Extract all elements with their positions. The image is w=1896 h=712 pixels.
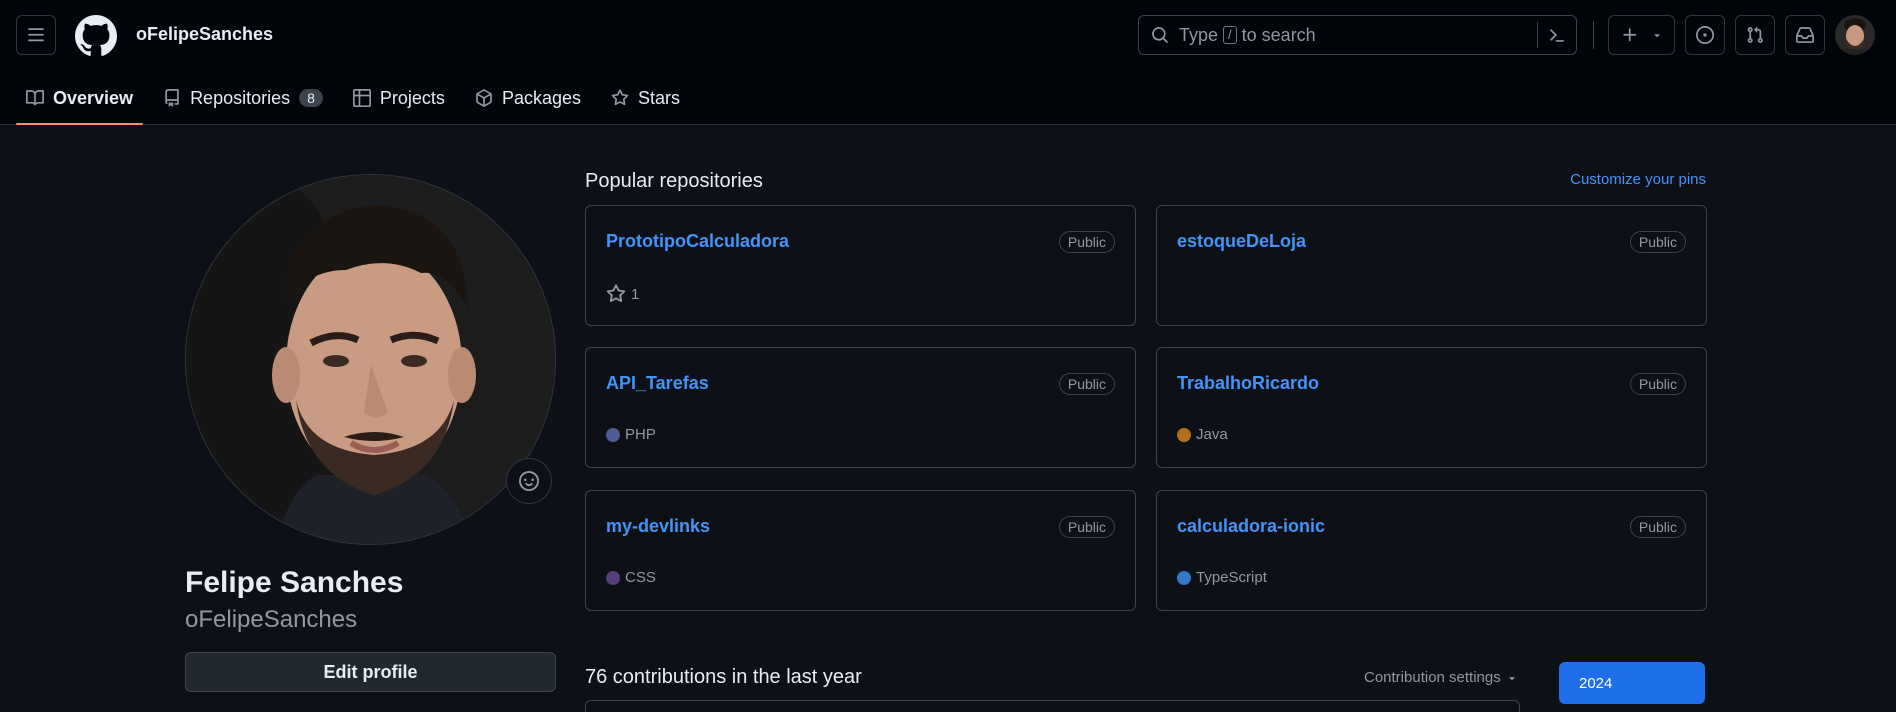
- visibility-badge: Public: [1629, 373, 1686, 395]
- language-color-dot: [606, 570, 620, 585]
- inbox-icon: [1796, 27, 1814, 43]
- tab-stars[interactable]: Stars: [601, 72, 690, 124]
- repo-card: estoqueDeLoja Public: [1156, 205, 1707, 326]
- repo-name-link[interactable]: API_Tarefas: [606, 373, 709, 394]
- repo-card: my-devlinks Public CSS: [585, 490, 1136, 611]
- tab-projects-label: Projects: [379, 87, 445, 108]
- repo-name-link[interactable]: TrabalhoRicardo: [1177, 373, 1319, 394]
- tab-packages[interactable]: Packages: [465, 72, 591, 124]
- repo-language: PHP: [606, 426, 656, 443]
- search-divider: [1537, 22, 1538, 48]
- book-icon: [26, 90, 44, 106]
- hamburger-icon: [28, 28, 44, 42]
- set-status-button[interactable]: [506, 458, 552, 504]
- profile-avatar[interactable]: [185, 174, 556, 545]
- pull-requests-button[interactable]: [1735, 15, 1775, 55]
- visibility-badge: Public: [1629, 231, 1686, 253]
- profile-tabs: Overview Repositories 8 Projects Package…: [16, 72, 700, 125]
- year-2024-button[interactable]: 2024: [1559, 662, 1705, 704]
- repo-name-link[interactable]: calculadora-ionic: [1177, 516, 1325, 537]
- inbox-button[interactable]: [1785, 15, 1825, 55]
- contribution-graph: [585, 700, 1520, 712]
- repo-name-link[interactable]: estoqueDeLoja: [1177, 231, 1306, 252]
- repo-card: API_Tarefas Public PHP: [585, 347, 1136, 468]
- tab-repositories-label: Repositories: [190, 87, 291, 108]
- user-avatar[interactable]: [1835, 15, 1875, 55]
- header-username[interactable]: oFelipeSanches: [136, 24, 273, 45]
- repo-card: calculadora-ionic Public TypeScript: [1156, 490, 1707, 611]
- visibility-badge: Public: [1058, 373, 1115, 395]
- repo-stars[interactable]: 1: [606, 284, 639, 304]
- repo-language: Java: [1177, 426, 1228, 443]
- create-new-button[interactable]: [1608, 15, 1675, 55]
- tab-stars-label: Stars: [638, 87, 681, 108]
- contributions-title: 76 contributions in the last year: [585, 666, 862, 688]
- edit-profile-button[interactable]: Edit profile: [185, 652, 556, 692]
- search-input[interactable]: Type / to search: [1138, 15, 1577, 55]
- tab-overview[interactable]: Overview: [16, 72, 144, 125]
- language-color-dot: [1177, 427, 1191, 442]
- global-header: oFelipeSanches Type / to search Overview…: [0, 0, 1896, 125]
- tab-repositories[interactable]: Repositories 8: [153, 72, 333, 124]
- search-placeholder-prefix: Type: [1179, 24, 1219, 45]
- repo-card: PrototipoCalculadora Public 1: [585, 205, 1136, 326]
- star-icon: [606, 284, 626, 303]
- table-icon: [352, 89, 371, 107]
- popular-repositories-title: Popular repositories: [585, 170, 763, 192]
- repo-language: TypeScript: [1177, 569, 1267, 586]
- triangle-down-icon: [1509, 676, 1515, 680]
- contribution-settings-label: Contribution settings: [1364, 669, 1501, 686]
- language-name: TypeScript: [1196, 569, 1267, 586]
- git-pull-request-icon: [1747, 26, 1763, 43]
- search-icon: [1152, 27, 1168, 43]
- repo-card: TrabalhoRicardo Public Java: [1156, 347, 1707, 468]
- repo-language: CSS: [606, 569, 656, 586]
- visibility-badge: Public: [1058, 231, 1115, 253]
- visibility-badge: Public: [1629, 516, 1686, 538]
- star-icon: [611, 89, 629, 106]
- language-color-dot: [606, 427, 620, 442]
- github-logo-icon[interactable]: [75, 15, 117, 57]
- header-divider: [1593, 21, 1594, 49]
- smiley-icon: [519, 471, 539, 491]
- star-count: 1: [631, 285, 640, 303]
- triangle-down-icon: [1653, 34, 1660, 38]
- repo-name-link[interactable]: PrototipoCalculadora: [606, 231, 789, 252]
- command-palette-icon[interactable]: [1548, 26, 1566, 44]
- issues-button[interactable]: [1685, 15, 1725, 55]
- search-shortcut-key: /: [1223, 26, 1237, 44]
- tab-overview-label: Overview: [53, 87, 134, 108]
- language-name: CSS: [625, 569, 656, 586]
- menu-button[interactable]: [16, 15, 56, 55]
- language-color-dot: [1177, 570, 1191, 585]
- language-name: PHP: [625, 426, 656, 443]
- tab-projects[interactable]: Projects: [343, 72, 455, 124]
- repositories-counter: 8: [299, 89, 323, 107]
- profile-full-name: Felipe Sanches: [185, 566, 404, 599]
- repo-icon: [165, 89, 179, 107]
- language-name: Java: [1196, 426, 1228, 443]
- search-placeholder-suffix: to search: [1241, 24, 1316, 45]
- package-icon: [476, 89, 492, 107]
- repo-name-link[interactable]: my-devlinks: [606, 516, 710, 537]
- plus-icon: [1622, 28, 1636, 42]
- contribution-settings-button[interactable]: Contribution settings: [1364, 669, 1518, 686]
- tab-packages-label: Packages: [501, 87, 581, 108]
- profile-login: oFelipeSanches: [185, 606, 358, 633]
- customize-pins-link[interactable]: Customize your pins: [1570, 171, 1706, 188]
- issue-opened-icon: [1696, 26, 1714, 44]
- visibility-badge: Public: [1058, 516, 1115, 538]
